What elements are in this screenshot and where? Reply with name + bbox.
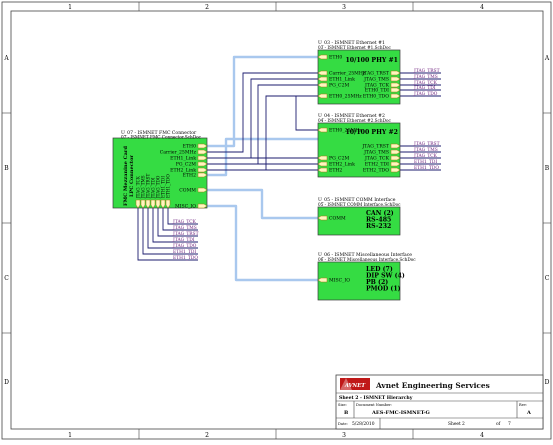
row-label-left: D <box>4 379 9 386</box>
sheet-label: Sheet <box>448 422 461 427</box>
net-label: JTAG_TCK <box>172 220 197 225</box>
net-label: ETH1_TDI <box>414 160 437 165</box>
port-label: JTAG_TCK <box>364 156 390 162</box>
column-label-bottom: 4 <box>480 432 484 439</box>
port-label: COMM <box>179 188 196 194</box>
net-label: JTAG_TDI <box>172 238 195 243</box>
block-filename: 04 - ISMNET Ethernet #2.SchDoc <box>318 118 391 123</box>
block-filename: 03 - ISMNET Ethernet #1.SchDoc <box>318 45 391 50</box>
net-label: ETH1_TDO <box>173 256 198 261</box>
ethernet-2-block[interactable]: U_04 - ISMNET Ethernet #2 04 - ISMNET Et… <box>317 113 401 178</box>
row-label-right: C <box>545 275 550 282</box>
row-label-left: B <box>4 165 9 172</box>
port-label: ETH1_Link <box>329 77 355 83</box>
bus-comm <box>207 188 318 220</box>
port-label: COMM <box>329 216 346 222</box>
schematic-sheet: 1 2 3 4 1 2 3 4 A B C D A B C D U_07 - I… <box>0 0 553 441</box>
row-label-right: B <box>545 165 550 172</box>
avnet-logo: AVNET <box>340 378 370 390</box>
sheet-total: 7 <box>508 422 511 427</box>
block-text: LPC Connector <box>129 155 135 197</box>
net-label: ETH1_TDI <box>173 250 196 255</box>
net-label: JTAG_TDI <box>413 86 436 91</box>
port-label: JTAG_TMS <box>363 150 389 156</box>
revision: A <box>526 410 531 416</box>
net-label: JTAG_TRST <box>413 142 440 147</box>
net-label: JTAG_TMS <box>172 226 197 231</box>
port-label: PG_C2M <box>329 156 349 162</box>
port-label: MISC_IO <box>175 204 196 210</box>
docnum-label: Document Number: <box>356 403 392 407</box>
port-label: ETH0_TDI <box>365 88 389 94</box>
sheet-number: 2 <box>462 422 465 427</box>
column-label-bottom: 1 <box>68 432 72 439</box>
net-label: JTAG_TRST <box>413 69 440 74</box>
rev-label: Rev: <box>519 403 527 407</box>
port-label: ETH0_25MHz <box>329 128 362 134</box>
port-label: Carrier_25MHz <box>329 71 366 77</box>
document-number: AES-FMC-ISMNET-G <box>371 410 430 416</box>
column-label-top: 1 <box>68 4 72 11</box>
port-label: PG_C2M <box>329 83 349 89</box>
net-label: JTAG_TMS <box>413 148 438 153</box>
bus-wires <box>207 55 318 282</box>
column-label-bottom: 2 <box>205 432 209 439</box>
port-label: ETH0 <box>183 144 196 150</box>
net-label: JTAG_TMS <box>413 75 438 80</box>
logo-text: AVNET <box>344 383 366 389</box>
fmc-port[interactable]: MISC_IO <box>175 204 208 210</box>
port-label: JTAG_TRST <box>361 144 390 150</box>
port-label: JTAG_TRST <box>361 71 390 77</box>
block-text: PMOD (1) <box>366 286 401 293</box>
row-label-left: C <box>4 275 9 282</box>
net-label: JTAG_TRST <box>172 232 199 237</box>
of-label: of <box>496 422 501 427</box>
row-label-right: A <box>544 55 550 62</box>
port-label: MISC_IO <box>329 278 350 284</box>
block-text: RS-232 <box>366 223 391 230</box>
port-label: ETH2 <box>183 173 196 179</box>
row-label-right: D <box>545 379 550 386</box>
port-label: ETH2_TDO <box>363 168 389 174</box>
port-label: PG_C2M <box>176 162 196 168</box>
port-label: ETH0 <box>329 55 342 61</box>
size-label: Size: <box>338 403 347 407</box>
comm-interface-block[interactable]: U_05 - ISMNET COMM Interface 05 - ISMNET… <box>317 197 401 236</box>
column-label-top: 4 <box>480 4 484 11</box>
column-label-bottom: 3 <box>342 432 346 439</box>
row-label-left: A <box>3 55 9 62</box>
schematic-canvas: 1 2 3 4 1 2 3 4 A B C D A B C D U_07 - I… <box>1 1 552 440</box>
column-label-top: 3 <box>342 4 346 11</box>
port-label: ETH2_TDI <box>365 162 389 168</box>
fmc-bottom-port[interactable]: ETH1_TDO <box>166 174 171 209</box>
company-name: Avnet Engineering Services <box>375 381 490 390</box>
port-label: ETH1_TDO <box>166 174 171 198</box>
block-filename: 06 - ISMNET Miscellaneous Interface.SchD… <box>318 257 416 262</box>
size-value: B <box>344 410 348 416</box>
port-label: Carrier_25MHz <box>160 150 197 156</box>
bus-eth0 <box>207 55 318 148</box>
sheet-title: Sheet 2 - ISMNET Hierarchy <box>339 395 413 401</box>
misc-interface-block[interactable]: U_06 - ISMNET Miscellaneous Interface 06… <box>317 252 416 301</box>
title-block: AVNET Avnet Engineering Services Sheet 2… <box>335 374 544 430</box>
net-label: ETH1_TDO <box>414 166 439 171</box>
port-label: JTAG_TMS <box>363 77 389 83</box>
block-filename: 07 - ISMNET FMC Connector.SchDoc <box>121 135 202 140</box>
net-label: JTAG_TDO <box>172 244 197 249</box>
port-label: ETH2_Link <box>329 162 355 168</box>
block-filename: 05 - ISMNET COMM Interface.SchDoc <box>318 202 401 207</box>
fmc-connector-block[interactable]: U_07 - ISMNET FMC Connector 07 - ISMNET … <box>112 130 208 210</box>
net-label: JTAG_TDO <box>413 92 438 97</box>
net-label: JTAG_TCK <box>413 154 438 159</box>
port-label: ETH1_Link <box>170 156 196 162</box>
date-value: 5/28/2010 <box>352 422 375 427</box>
port-label: ETH0_TDO <box>363 94 389 100</box>
block-title: 10/100 PHY #1 <box>345 57 398 64</box>
port-label: ETH0_25MHz <box>329 94 362 100</box>
column-label-top: 2 <box>205 4 209 11</box>
ethernet-1-block[interactable]: U_03 - ISMNET Ethernet #1 03 - ISMNET Et… <box>317 40 401 105</box>
sheet-frame: 1 2 3 4 1 2 3 4 A B C D A B C D <box>1 1 552 440</box>
port-label: ETH2 <box>329 168 342 174</box>
date-label: Date: <box>338 422 348 426</box>
